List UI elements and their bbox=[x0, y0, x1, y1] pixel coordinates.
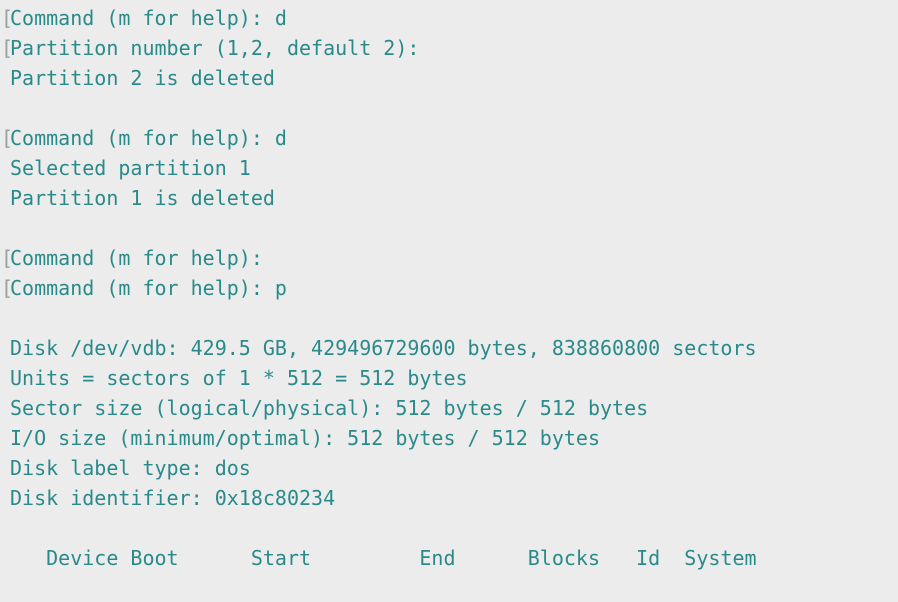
disk-label-type: Disk label type: dos bbox=[10, 456, 251, 480]
prompt-bracket: [ bbox=[1, 6, 14, 30]
units-info: Units = sectors of 1 * 512 = 512 bytes bbox=[10, 366, 468, 390]
terminal-line: Disk label type: dos bbox=[0, 453, 898, 483]
terminal-line: Partition 1 is deleted bbox=[0, 183, 898, 213]
prompt-bracket: [ bbox=[1, 276, 14, 300]
io-size-info: I/O size (minimum/optimal): 512 bytes / … bbox=[10, 426, 601, 450]
terminal-line: Partition 2 is deleted bbox=[0, 63, 898, 93]
disk-info: Disk /dev/vdb: 429.5 GB, 429496729600 by… bbox=[10, 336, 757, 360]
terminal-line: [Command (m for help): d bbox=[0, 3, 898, 33]
prompt-bracket: [ bbox=[1, 36, 14, 60]
terminal-line: Units = sectors of 1 * 512 = 512 bytes bbox=[0, 363, 898, 393]
terminal-line: [Command (m for help): d bbox=[0, 123, 898, 153]
terminal-line: Disk /dev/vdb: 429.5 GB, 429496729600 by… bbox=[0, 333, 898, 363]
terminal-line: Disk identifier: 0x18c80234 bbox=[0, 483, 898, 513]
terminal-line: [Partition number (1,2, default 2): bbox=[0, 33, 898, 63]
partition-number-prompt: Partition number (1,2, default 2): bbox=[10, 36, 420, 60]
terminal-line: Device Boot Start End Blocks Id System bbox=[0, 543, 898, 573]
terminal-window[interactable]: [Command (m for help): d [Partition numb… bbox=[0, 0, 898, 602]
terminal-line: [Command (m for help): bbox=[0, 243, 898, 273]
output-text: Partition 2 is deleted bbox=[10, 66, 275, 90]
terminal-line: Sector size (logical/physical): 512 byte… bbox=[0, 393, 898, 423]
command-prompt: Command (m for help): d bbox=[10, 6, 287, 30]
disk-identifier: Disk identifier: 0x18c80234 bbox=[10, 486, 336, 510]
command-prompt: Command (m for help): bbox=[10, 246, 263, 270]
command-prompt: Command (m for help): d bbox=[10, 126, 287, 150]
terminal-line: I/O size (minimum/optimal): 512 bytes / … bbox=[0, 423, 898, 453]
terminal-line: [Command (m for help): p bbox=[0, 273, 898, 303]
output-text: Selected partition 1 bbox=[10, 156, 251, 180]
output-text: Partition 1 is deleted bbox=[10, 186, 275, 210]
partition-table-header: Device Boot Start End Blocks Id System bbox=[10, 546, 757, 570]
sector-size-info: Sector size (logical/physical): 512 byte… bbox=[10, 396, 649, 420]
terminal-line: Selected partition 1 bbox=[0, 153, 898, 183]
command-prompt: Command (m for help): p bbox=[10, 276, 287, 300]
prompt-bracket: [ bbox=[1, 126, 14, 150]
prompt-bracket: [ bbox=[1, 246, 14, 270]
